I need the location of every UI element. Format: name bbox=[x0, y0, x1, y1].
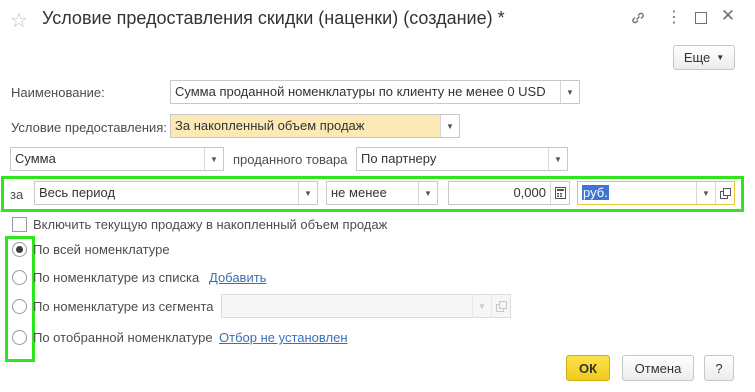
amount-value: 0,000 bbox=[513, 185, 546, 200]
radio-selected-goods[interactable] bbox=[12, 330, 27, 345]
name-value: Сумма проданной номенклатуры по клиенту … bbox=[175, 84, 546, 99]
dropdown-arrow-icon[interactable]: ▼ bbox=[204, 148, 223, 170]
segment-field: ▼ bbox=[221, 294, 511, 318]
condition-label: Условие предоставления: bbox=[11, 120, 167, 135]
help-button[interactable]: ? bbox=[704, 355, 734, 381]
close-icon[interactable]: ✕ bbox=[719, 7, 737, 24]
open-icon bbox=[491, 295, 510, 317]
include-current-sale-checkbox[interactable] bbox=[12, 217, 27, 232]
period-prefix-label: за bbox=[10, 187, 24, 202]
currency-field[interactable]: руб. ▼ bbox=[577, 181, 735, 205]
radio-from-segment[interactable] bbox=[12, 299, 27, 314]
include-current-sale-label: Включить текущую продажу в накопленный о… bbox=[33, 217, 388, 232]
radio-selected-goods-label: По отобранной номенклатуре bbox=[33, 330, 213, 345]
dropdown-arrow-icon[interactable]: ▼ bbox=[548, 148, 567, 170]
period-value: Весь период bbox=[39, 185, 116, 200]
filter-link[interactable]: Отбор не установлен bbox=[219, 330, 348, 345]
more-icon[interactable]: ⋮ bbox=[665, 10, 683, 26]
dropdown-arrow-icon[interactable]: ▼ bbox=[440, 115, 459, 137]
dropdown-arrow-icon[interactable]: ▼ bbox=[298, 182, 317, 204]
dropdown-arrow-icon: ▼ bbox=[472, 295, 491, 317]
currency-input[interactable]: руб. bbox=[578, 182, 696, 204]
more-button-label: Еще bbox=[683, 50, 711, 65]
amount-field[interactable]: 0,000 bbox=[448, 181, 570, 205]
name-field[interactable]: Сумма проданной номенклатуры по клиенту … bbox=[170, 80, 580, 104]
comparison-field[interactable]: не менее ▼ bbox=[326, 181, 438, 205]
calculator-icon[interactable] bbox=[550, 182, 569, 204]
radio-all-goods[interactable] bbox=[12, 242, 27, 257]
partner-value: По партнеру bbox=[361, 151, 437, 166]
more-button[interactable]: Еще ▼ bbox=[673, 45, 735, 70]
cancel-button[interactable]: Отмена bbox=[622, 355, 694, 381]
radio-selected-dot bbox=[16, 246, 23, 253]
ok-button[interactable]: ОК bbox=[566, 355, 610, 381]
dropdown-arrow-icon[interactable]: ▼ bbox=[418, 182, 437, 204]
link-icon[interactable] bbox=[629, 10, 647, 30]
chevron-down-icon: ▼ bbox=[716, 53, 725, 62]
open-icon[interactable] bbox=[715, 182, 734, 204]
condition-field[interactable]: За накопленный объем продаж ▼ bbox=[170, 114, 460, 138]
radio-from-list[interactable] bbox=[12, 270, 27, 285]
sum-field[interactable]: Сумма ▼ bbox=[10, 147, 224, 171]
dropdown-arrow-icon[interactable]: ▼ bbox=[696, 182, 715, 204]
partner-field[interactable]: По партнеру ▼ bbox=[356, 147, 568, 171]
dropdown-arrow-icon[interactable]: ▼ bbox=[560, 81, 579, 103]
radio-from-list-label: По номенклатуре из списка bbox=[33, 270, 200, 285]
segment-value bbox=[222, 295, 472, 317]
radio-from-segment-label: По номенклатуре из сегмента bbox=[33, 299, 214, 314]
sum-value: Сумма bbox=[15, 151, 56, 166]
condition-value: За накопленный объем продаж bbox=[171, 115, 440, 137]
period-field[interactable]: Весь период ▼ bbox=[34, 181, 318, 205]
favorite-star-icon[interactable]: ☆ bbox=[10, 8, 28, 33]
window-title: Условие предоставления скидки (наценки) … bbox=[42, 8, 505, 28]
name-label: Наименование: bbox=[11, 85, 105, 100]
radio-all-goods-label: По всей номенклатуре bbox=[33, 242, 170, 257]
comparison-value: не менее bbox=[331, 185, 387, 200]
maximize-icon[interactable] bbox=[695, 12, 707, 24]
add-link[interactable]: Добавить bbox=[209, 270, 266, 285]
currency-value: руб. bbox=[582, 185, 609, 200]
sold-goods-label: проданного товара bbox=[233, 152, 348, 167]
